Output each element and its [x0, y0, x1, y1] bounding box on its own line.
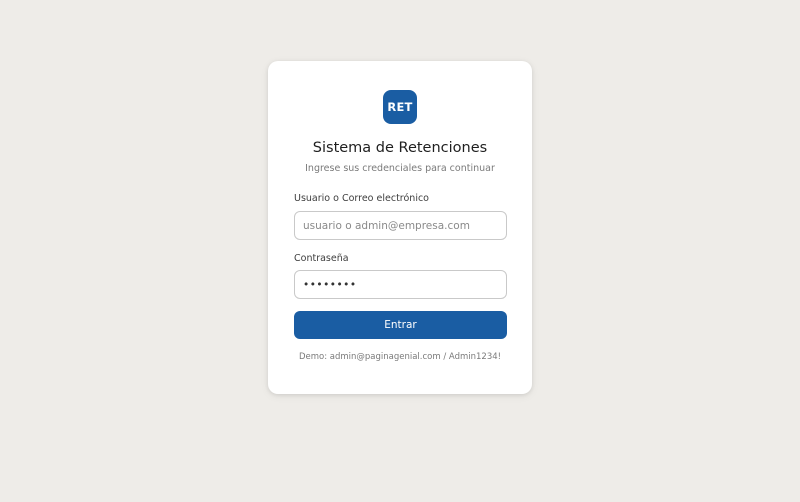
demo-credentials-hint: Demo: admin@paginagenial.com / Admin1234…: [298, 352, 502, 362]
password-input[interactable]: [294, 270, 507, 299]
login-button[interactable]: Entrar: [294, 311, 507, 339]
app-logo: RET: [383, 90, 417, 124]
page-title: Sistema de Retenciones: [312, 140, 488, 156]
page-subtitle: Ingrese sus credenciales para continuar: [305, 163, 495, 174]
password-label: Contraseña: [294, 253, 349, 264]
login-card: RET Sistema de Retenciones Ingrese sus c…: [268, 61, 532, 394]
username-input[interactable]: [294, 211, 507, 240]
username-label: Usuario o Correo electrónico: [294, 193, 429, 204]
